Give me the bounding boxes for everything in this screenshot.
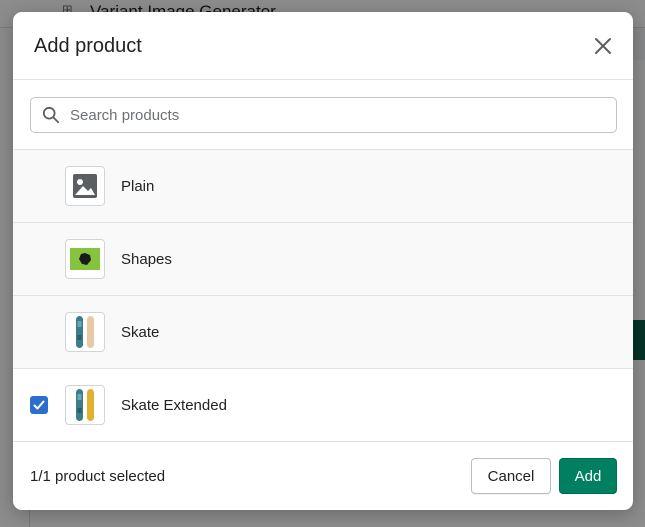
modal-footer: 1/1 product selected Cancel Add <box>13 442 633 510</box>
skateboards-image <box>76 316 94 348</box>
add-button[interactable]: Add <box>559 458 617 494</box>
product-label: Shapes <box>121 251 172 268</box>
close-icon <box>595 38 611 54</box>
product-thumbnail <box>65 385 105 425</box>
product-row-skate[interactable]: Skate <box>13 296 633 369</box>
modal-header: Add product <box>13 12 633 80</box>
checkmark-icon <box>33 400 45 410</box>
product-label: Skate <box>121 324 160 341</box>
search-field <box>30 97 617 133</box>
search-input[interactable] <box>70 98 610 132</box>
add-product-modal: Add product Plain <box>13 12 633 510</box>
product-row-skate-extended[interactable]: Skate Extended <box>13 369 633 442</box>
product-thumbnail <box>65 166 105 206</box>
search-icon <box>42 106 60 124</box>
shapes-image <box>70 248 100 270</box>
cancel-button[interactable]: Cancel <box>471 458 551 494</box>
product-row-plain[interactable]: Plain <box>13 150 633 223</box>
product-list: Plain Shapes Skate Skate Extended <box>13 149 633 442</box>
product-thumbnail <box>65 239 105 279</box>
close-button[interactable] <box>591 34 615 58</box>
product-thumbnail <box>65 312 105 352</box>
selection-status: 1/1 product selected <box>30 468 166 485</box>
modal-title: Add product <box>34 35 142 57</box>
product-checkbox[interactable] <box>30 396 48 414</box>
skateboards-yellow-image <box>76 389 94 421</box>
product-row-shapes[interactable]: Shapes <box>13 223 633 296</box>
product-label: Skate Extended <box>121 397 227 414</box>
product-label: Plain <box>121 178 155 195</box>
placeholder-image-icon <box>73 174 97 198</box>
